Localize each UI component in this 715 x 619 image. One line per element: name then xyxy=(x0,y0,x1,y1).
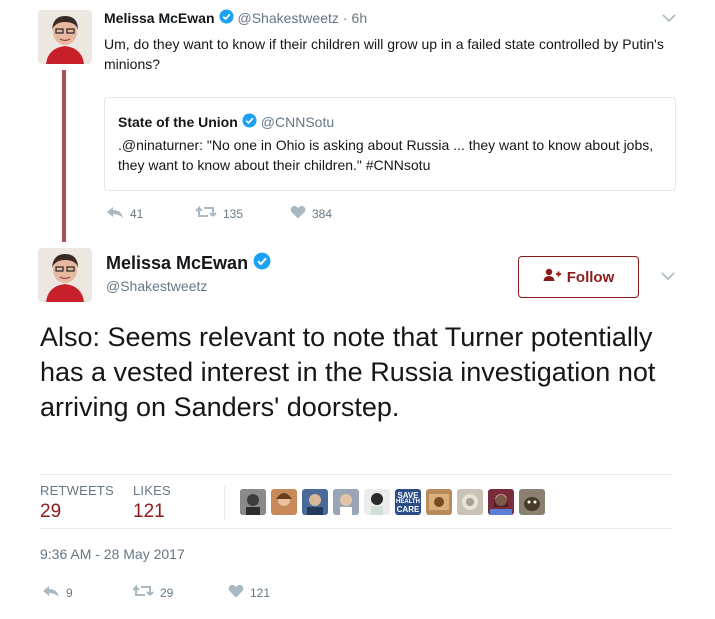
avatar[interactable] xyxy=(38,10,92,64)
follow-button-label: Follow xyxy=(566,268,615,286)
tweet-timestamp[interactable]: 9:36 AM - 28 May 2017 xyxy=(40,546,185,562)
author-handle[interactable]: @Shakestweetz xyxy=(238,10,339,26)
like-count: 121 xyxy=(250,585,271,600)
liker-avatar[interactable] xyxy=(457,489,483,515)
verified-badge-icon xyxy=(242,113,257,131)
retweets-value: 29 xyxy=(40,501,62,522)
stats-separator xyxy=(224,486,225,520)
author-name[interactable]: Melissa McEwan xyxy=(104,10,215,26)
retweet-action[interactable]: 29 xyxy=(132,584,173,601)
likes-stat[interactable]: LIKES 121 xyxy=(133,483,171,523)
like-action[interactable]: 384 xyxy=(290,205,332,222)
reply-count: 41 xyxy=(130,206,144,221)
main-tweet-author: Melissa McEwan xyxy=(106,252,271,275)
likes-value: 121 xyxy=(133,501,165,522)
divider xyxy=(40,528,673,529)
liker-avatar[interactable] xyxy=(333,489,359,515)
reply-tweet-header: Melissa McEwan @Shakestweetz · 6h xyxy=(104,9,367,27)
liker-avatar[interactable] xyxy=(519,489,545,515)
chevron-down-icon[interactable] xyxy=(662,10,676,28)
main-tweet-text: Also: Seems relevant to note that Turner… xyxy=(40,322,656,422)
liker-avatars: SAVE HEALTH CARE xyxy=(240,489,545,515)
liker-avatar[interactable] xyxy=(271,489,297,515)
tweet-time[interactable]: 6h xyxy=(352,10,368,26)
liker-avatar[interactable] xyxy=(426,489,452,515)
quoted-author-name: State of the Union xyxy=(118,114,238,130)
follow-button[interactable]: Follow xyxy=(518,256,639,298)
reply-icon xyxy=(42,584,60,601)
liker-avatar[interactable] xyxy=(364,489,390,515)
quoted-tweet-text: .@ninaturner: "No one in Ohio is asking … xyxy=(118,137,654,173)
chevron-down-icon[interactable] xyxy=(661,268,675,286)
liker-avatar[interactable] xyxy=(302,489,328,515)
main-tweet: Melissa McEwan @Shakestweetz Follow Also… xyxy=(0,242,715,619)
avatar[interactable] xyxy=(38,248,92,302)
reply-icon xyxy=(106,205,124,222)
badge-line-1: SAVE xyxy=(397,490,419,500)
divider xyxy=(40,474,673,475)
author-handle[interactable]: @Shakestweetz xyxy=(106,278,207,294)
reply-tweet: Melissa McEwan @Shakestweetz · 6h Um, do… xyxy=(0,0,715,242)
liker-avatar[interactable] xyxy=(240,489,266,515)
retweets-label: RETWEETS xyxy=(40,483,114,498)
reply-tweet-text: Um, do they want to know if their childr… xyxy=(104,36,664,72)
like-action[interactable]: 121 xyxy=(228,584,270,601)
badge-line-3: CARE xyxy=(396,504,420,514)
quoted-tweet[interactable]: State of the Union @CNNSotu .@ninaturner… xyxy=(104,97,676,191)
author-name[interactable]: Melissa McEwan xyxy=(106,253,248,274)
like-count: 384 xyxy=(312,206,333,221)
verified-badge-icon xyxy=(218,9,234,27)
separator-dot: · xyxy=(342,10,348,26)
likes-label: LIKES xyxy=(133,483,171,498)
follow-person-icon xyxy=(543,268,561,286)
retweet-icon xyxy=(195,205,217,222)
retweets-stat[interactable]: RETWEETS 29 xyxy=(40,483,114,523)
retweet-count: 135 xyxy=(223,206,244,221)
reply-count: 9 xyxy=(66,585,73,600)
heart-icon xyxy=(290,205,306,222)
verified-badge-icon xyxy=(253,252,271,275)
retweet-icon xyxy=(132,584,154,601)
retweet-count: 29 xyxy=(160,585,174,600)
liker-avatar-save-health-care[interactable]: SAVE HEALTH CARE xyxy=(395,489,421,515)
quoted-tweet-header: State of the Union @CNNSotu xyxy=(118,113,334,131)
liker-avatar[interactable] xyxy=(488,489,514,515)
quoted-author-handle: @CNNSotu xyxy=(260,114,335,130)
thread-line xyxy=(62,70,66,242)
reply-action[interactable]: 41 xyxy=(106,205,143,222)
retweet-action[interactable]: 135 xyxy=(195,205,243,222)
reply-action[interactable]: 9 xyxy=(42,584,73,601)
heart-icon xyxy=(228,584,244,601)
